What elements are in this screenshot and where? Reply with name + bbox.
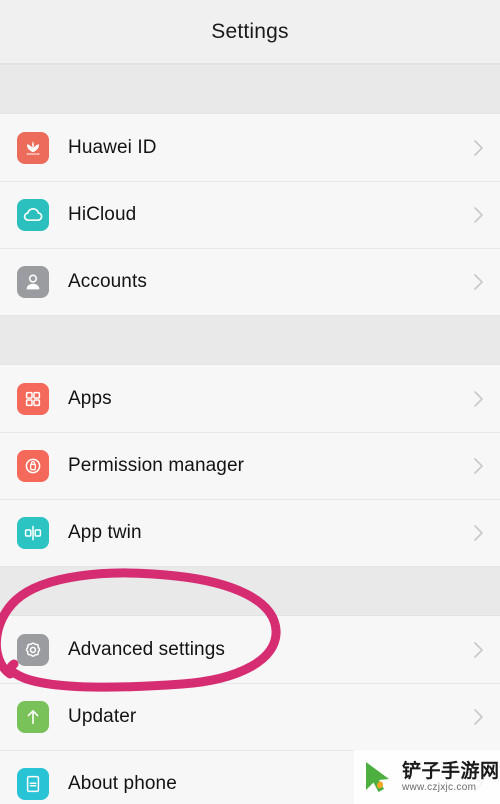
lock-circle-icon	[17, 449, 49, 482]
settings-screen: Settings HUAWEI Huawei ID HiCloud Accoun…	[0, 0, 500, 804]
cursor-logo-icon	[358, 757, 400, 797]
gear-icon	[17, 633, 49, 666]
chevron-right-icon	[472, 271, 486, 293]
sidebar-item-huawei-id[interactable]: HUAWEI Huawei ID	[0, 114, 500, 181]
phone-info-icon	[17, 767, 49, 800]
group-spacer-apps	[0, 315, 500, 365]
sidebar-item-label: Advanced settings	[68, 638, 225, 660]
page-title: Settings	[211, 19, 289, 43]
group-spacer-top	[0, 64, 500, 114]
chevron-right-icon	[472, 522, 486, 544]
watermark-url: www.czjxjc.com	[402, 781, 477, 793]
arrow-up-icon	[17, 700, 49, 733]
app-grid-icon	[17, 382, 49, 415]
sidebar-item-accounts[interactable]: Accounts	[0, 248, 500, 315]
sidebar-item-label: HiCloud	[68, 203, 137, 225]
watermark-text: 铲子手游网 www.czjxjc.com	[402, 761, 500, 794]
sidebar-item-hicloud[interactable]: HiCloud	[0, 181, 500, 248]
sidebar-item-label: Huawei ID	[68, 136, 157, 158]
app-twin-icon	[17, 516, 49, 549]
settings-group-apps: Apps Permission manager App twin	[0, 365, 500, 566]
sidebar-item-label: Permission manager	[68, 454, 245, 476]
chevron-right-icon	[472, 639, 486, 661]
sidebar-item-label: Accounts	[68, 270, 147, 292]
app-header: Settings	[0, 0, 500, 63]
person-icon	[17, 265, 49, 298]
sidebar-item-label: Apps	[68, 387, 112, 409]
huawei-logo-icon: HUAWEI	[17, 131, 49, 164]
watermark-site-name: 铲子手游网	[402, 760, 500, 782]
sidebar-item-label: App twin	[68, 521, 142, 543]
site-watermark: 铲子手游网 www.czjxjc.com	[354, 750, 500, 804]
sidebar-item-app-twin[interactable]: App twin	[0, 499, 500, 566]
svg-text:HUAWEI: HUAWEI	[28, 151, 39, 155]
sidebar-item-updater[interactable]: Updater	[0, 683, 500, 750]
chevron-right-icon	[472, 706, 486, 728]
sidebar-item-permission-manager[interactable]: Permission manager	[0, 432, 500, 499]
settings-group-account: HUAWEI Huawei ID HiCloud Accounts	[0, 114, 500, 315]
sidebar-item-label: Updater	[68, 705, 137, 727]
chevron-right-icon	[472, 388, 486, 410]
chevron-right-icon	[472, 137, 486, 159]
chevron-right-icon	[472, 455, 486, 477]
chevron-right-icon	[472, 204, 486, 226]
sidebar-item-advanced-settings[interactable]: Advanced settings	[0, 616, 500, 683]
group-spacer-system	[0, 566, 500, 616]
cloud-icon	[17, 198, 49, 231]
sidebar-item-apps[interactable]: Apps	[0, 365, 500, 432]
